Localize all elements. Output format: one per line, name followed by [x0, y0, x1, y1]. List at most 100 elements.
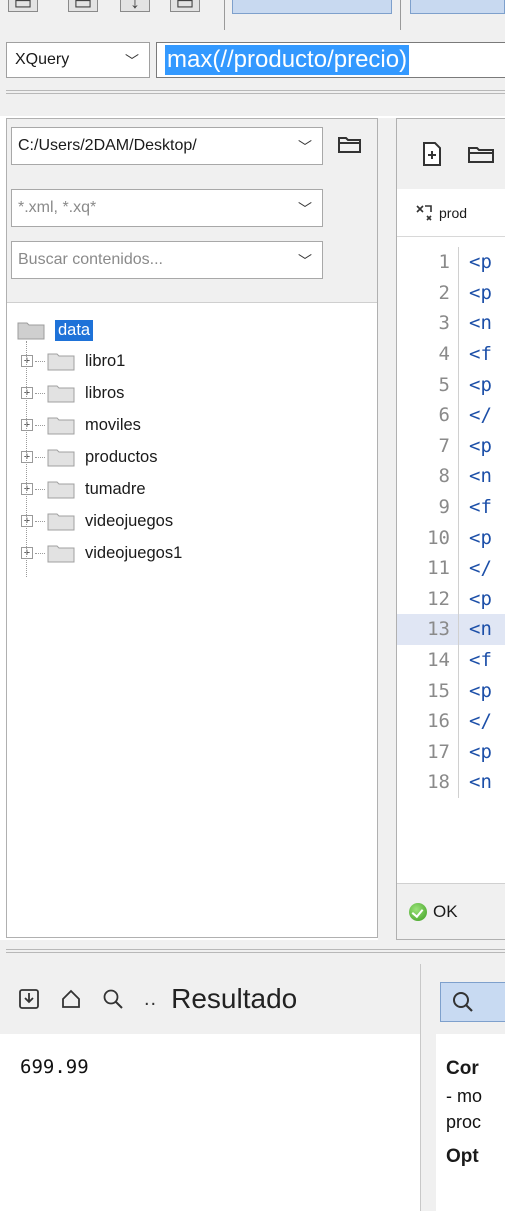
code-line[interactable]: 17 <p	[397, 736, 505, 768]
new-file-icon[interactable]	[421, 141, 443, 167]
code-line[interactable]: 12 <p	[397, 583, 505, 615]
folder-icon	[47, 513, 75, 531]
horizontal-splitter[interactable]	[0, 86, 505, 116]
code-line[interactable]: 7 <p	[397, 430, 505, 462]
info-panel: Cor - mo proc Opt	[436, 964, 505, 1211]
line-number: 13	[397, 614, 459, 645]
file-filter-combobox[interactable]: *.xml, *.xq* ﹀	[11, 189, 323, 227]
code-text: <f	[469, 496, 492, 519]
down-arrow-icon[interactable]: ↓	[120, 0, 150, 13]
line-number: 10	[397, 522, 459, 553]
code-text: <p	[469, 434, 492, 457]
tree-root-label: data	[55, 319, 94, 341]
code-text: <p	[469, 587, 492, 610]
chevron-down-icon: ﹀	[125, 53, 139, 69]
query-bar: XQuery ﹀ max(//producto/precio)	[0, 34, 505, 86]
code-line[interactable]: 18 <n	[397, 767, 505, 798]
result-splitter[interactable]	[420, 964, 436, 1211]
code-line[interactable]: 15 <p	[397, 675, 505, 706]
line-number: 5	[397, 369, 459, 400]
code-line[interactable]: 1 <p	[397, 247, 505, 278]
code-text: </	[469, 404, 492, 427]
code-line[interactable]: 4 <f	[397, 338, 505, 370]
tree-connector	[35, 456, 45, 458]
editor-file-tab[interactable]: prod	[397, 189, 505, 237]
file-filter-value: *.xml, *.xq*	[18, 199, 97, 216]
code-line[interactable]: 3 <n	[397, 308, 505, 339]
code-editor[interactable]: 1 <p 2 <p 3 <n 4 <f 5 <p 6 </7 <p 8 <n 9 <f 10 <p 11 </12 <p 1…	[397, 247, 505, 798]
info-text-line: - mo	[446, 1086, 482, 1106]
folder-open-icon[interactable]	[467, 143, 497, 165]
search-contents-combobox[interactable]: Buscar contenidos... ﹀	[11, 241, 323, 279]
tree-item-libros[interactable]: + libros	[15, 377, 375, 409]
line-number: 7	[397, 430, 459, 462]
result-ellipsis: ..	[144, 987, 158, 1010]
code-text: <p	[469, 281, 492, 304]
code-text: <f	[469, 343, 492, 366]
expand-plus-icon[interactable]: +	[21, 419, 33, 431]
path-value: C:/Users/2DAM/Desktop/	[18, 137, 197, 154]
editor-panel: prod 1 <p 2 <p 3 <n 4 <f 5 <p 6 </ 7 <p 8 <n 9 <f 10 <p 11 </…	[396, 118, 505, 940]
result-value: 699.99	[20, 1056, 89, 1078]
tree-item-productos[interactable]: + productos	[15, 441, 375, 473]
code-line[interactable]: 5 <p	[397, 369, 505, 400]
info-search-button[interactable]	[440, 982, 505, 1022]
line-number: 8	[397, 461, 459, 492]
expand-plus-icon[interactable]: +	[21, 483, 33, 495]
folder-icon	[47, 481, 75, 499]
expand-plus-icon[interactable]: +	[21, 547, 33, 559]
save-icon[interactable]: ▭	[170, 0, 200, 14]
path-combobox[interactable]: C:/Users/2DAM/Desktop/ ﹀	[11, 127, 323, 165]
line-number: 14	[397, 644, 459, 676]
search-button[interactable]	[100, 986, 126, 1012]
chevron-down-icon: ﹀	[298, 253, 312, 269]
code-text: <p	[469, 679, 492, 702]
expand-plus-icon[interactable]: +	[21, 451, 33, 463]
query-mode-select[interactable]: XQuery ﹀	[6, 42, 150, 78]
code-line[interactable]: 6 </	[397, 399, 505, 431]
line-number: 4	[397, 338, 459, 370]
code-line[interactable]: 2 <p	[397, 277, 505, 309]
tree-item-videojuegos1[interactable]: + videojuegos1	[15, 537, 375, 569]
code-text: <n	[469, 618, 492, 641]
tree-item-libro1[interactable]: + libro1	[15, 345, 375, 377]
main-toolbar: ▭ ▭ ↓ ▭	[0, 0, 505, 34]
code-text: </	[469, 710, 492, 733]
expand-plus-icon[interactable]: +	[21, 515, 33, 527]
code-line[interactable]: 16 </	[397, 705, 505, 737]
editor-status-text: OK	[433, 901, 458, 921]
search-icon	[453, 992, 473, 1012]
open-icon[interactable]: ▭	[68, 0, 98, 14]
expand-plus-icon[interactable]: +	[21, 355, 33, 367]
code-line[interactable]: 8 <n	[397, 461, 505, 492]
code-line[interactable]: 10 <p	[397, 522, 505, 553]
vertical-splitter[interactable]	[378, 118, 396, 940]
tree-item-label: moviles	[85, 415, 141, 434]
view-controls-group[interactable]	[410, 0, 505, 14]
editor-status-bar: OK	[397, 883, 505, 939]
code-line[interactable]: 9 <f	[397, 491, 505, 523]
expand-plus-icon[interactable]: +	[21, 387, 33, 399]
bottom-splitter[interactable]	[0, 940, 505, 964]
code-line[interactable]: 11 </	[397, 552, 505, 584]
tree-item-tumadre[interactable]: + tumadre	[15, 473, 375, 505]
tree-item-videojuegos[interactable]: + videojuegos	[15, 505, 375, 537]
tree-item-moviles[interactable]: + moviles	[15, 409, 375, 441]
tree-guide-line	[26, 341, 27, 577]
tree-connector	[35, 520, 45, 522]
folder-icon	[47, 385, 75, 403]
export-button[interactable]	[16, 986, 42, 1012]
browse-folder-button[interactable]	[333, 129, 367, 159]
run-controls-group[interactable]	[232, 0, 392, 14]
query-input[interactable]: max(//producto/precio)	[156, 42, 505, 78]
code-line[interactable]: 13 <n	[397, 614, 505, 645]
file-tree: data + libro1 + libros + moviles + productos + tu…	[15, 315, 375, 569]
folder-open-icon	[338, 137, 361, 153]
new-icon[interactable]: ▭	[8, 0, 38, 14]
home-button[interactable]	[58, 986, 84, 1012]
code-text: <n	[469, 312, 492, 335]
result-panel: .. Resultado 699.99	[0, 964, 420, 1211]
toolbar-separator	[400, 0, 401, 30]
code-line[interactable]: 14 <f	[397, 644, 505, 676]
tree-root-item[interactable]: data	[15, 315, 375, 345]
